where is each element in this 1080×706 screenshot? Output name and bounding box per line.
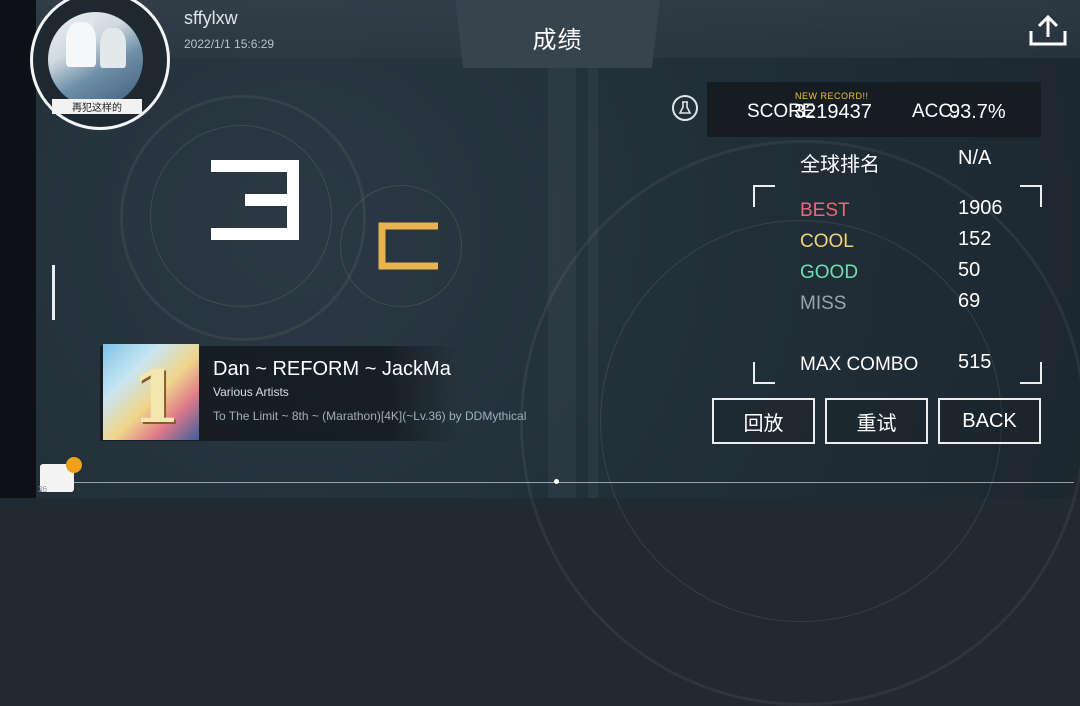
judge-good-label: GOOD bbox=[800, 262, 859, 283]
replay-button-label: 回放 bbox=[743, 412, 784, 435]
avatar[interactable] bbox=[48, 12, 143, 107]
judge-best-value: 1906 bbox=[958, 197, 1003, 219]
retry-button[interactable]: 重试 bbox=[825, 398, 928, 444]
global-rank-value: N/A bbox=[958, 147, 992, 169]
max-combo-value: 515 bbox=[958, 351, 992, 373]
grade-sub bbox=[378, 222, 440, 270]
judge-miss-label: MISS bbox=[800, 293, 847, 314]
bottom-line bbox=[74, 482, 1074, 483]
judge-miss-value: 69 bbox=[958, 290, 981, 312]
song-cover: 1 bbox=[103, 344, 199, 440]
panel-bracket bbox=[753, 362, 775, 384]
replay-button[interactable]: 回放 bbox=[712, 398, 815, 444]
grade-main bbox=[205, 160, 305, 240]
accuracy-value: 93.7% bbox=[949, 101, 1006, 123]
side-marker bbox=[52, 265, 55, 320]
avatar-figure bbox=[66, 22, 96, 67]
timestamp: 2022/1/1 15:6:29 bbox=[184, 37, 275, 51]
page-title: 成绩 bbox=[532, 27, 583, 54]
song-title: Dan ~ REFORM ~ JackMa··· bbox=[213, 358, 453, 380]
song-artist: Various Artists bbox=[213, 385, 289, 399]
avatar-caption: 再犯这样的 bbox=[52, 99, 142, 114]
cover-number: 1 bbox=[131, 354, 182, 439]
retry-button-label: 重试 bbox=[856, 412, 897, 435]
share-upload-icon[interactable] bbox=[1028, 13, 1068, 47]
judge-cool-label: COOL bbox=[800, 231, 854, 252]
song-chart-info: To The Limit ~ 8th ~ (Marathon)[4K](~Lv.… bbox=[213, 409, 527, 423]
score-value: 3219437 bbox=[794, 101, 872, 123]
global-rank-label: 全球排名 bbox=[800, 154, 880, 176]
judge-good-value: 50 bbox=[958, 259, 981, 281]
username: sffylxw bbox=[184, 8, 238, 28]
new-record-label: NEW RECORD!! bbox=[795, 91, 869, 101]
flask-icon[interactable] bbox=[672, 95, 698, 121]
avatar-figure bbox=[100, 28, 126, 68]
bottom-dot bbox=[554, 479, 559, 484]
max-combo-label: MAX COMBO bbox=[800, 354, 919, 375]
panel-bracket bbox=[1020, 362, 1042, 384]
panel-bracket bbox=[1020, 185, 1042, 207]
judge-cool-value: 152 bbox=[958, 228, 992, 250]
panel-bracket bbox=[753, 185, 775, 207]
judge-best-label: BEST bbox=[800, 200, 850, 221]
back-button-label: BACK bbox=[962, 409, 1017, 432]
notification-dot bbox=[66, 457, 82, 473]
bubble-number: 36 bbox=[38, 485, 47, 494]
back-button[interactable]: BACK bbox=[938, 398, 1041, 444]
